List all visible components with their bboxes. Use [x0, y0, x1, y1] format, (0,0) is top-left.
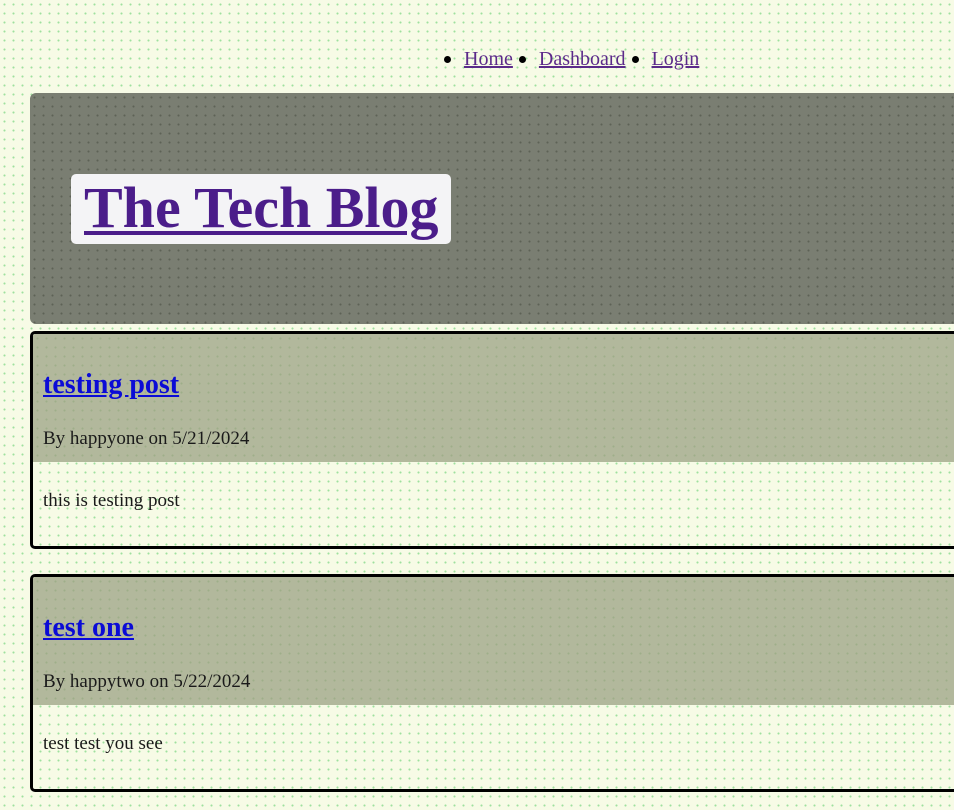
post-card: testing post By happyone on 5/21/2024 th… — [30, 331, 954, 549]
post-meta: By happyone on 5/21/2024 — [43, 428, 250, 449]
post-meta: By happytwo on 5/22/2024 — [43, 671, 251, 692]
home-link[interactable]: Home — [464, 48, 513, 71]
nav-item-home: Home — [444, 48, 519, 71]
post-content: this is testing post — [43, 490, 180, 511]
hero-banner: The Tech Blog — [30, 93, 954, 324]
post-title-link[interactable]: test one — [43, 612, 134, 643]
post-content: test test you see — [43, 733, 163, 754]
dashboard-link[interactable]: Dashboard — [539, 48, 626, 71]
nav-item-dashboard: Dashboard — [518, 48, 632, 71]
post-title: test one — [43, 612, 134, 644]
bullet-icon — [518, 56, 526, 63]
post-title: testing post — [43, 369, 179, 401]
post-header: test one By happytwo on 5/22/2024 — [33, 577, 954, 705]
site-title-box: The Tech Blog — [71, 174, 451, 244]
post-body: test test you see — [33, 705, 954, 789]
post-title-link[interactable]: testing post — [43, 369, 179, 400]
post-body: this is testing post — [33, 462, 954, 546]
bullet-icon — [631, 56, 639, 63]
post-header: testing post By happyone on 5/21/2024 — [33, 334, 954, 462]
login-link[interactable]: Login — [652, 48, 700, 71]
site-title-link[interactable]: The Tech Blog — [84, 179, 439, 237]
main-nav: Home Dashboard Login — [444, 48, 705, 71]
nav-item-login: Login — [631, 48, 706, 71]
post-card: test one By happytwo on 5/22/2024 test t… — [30, 574, 954, 792]
bullet-icon — [444, 56, 451, 63]
